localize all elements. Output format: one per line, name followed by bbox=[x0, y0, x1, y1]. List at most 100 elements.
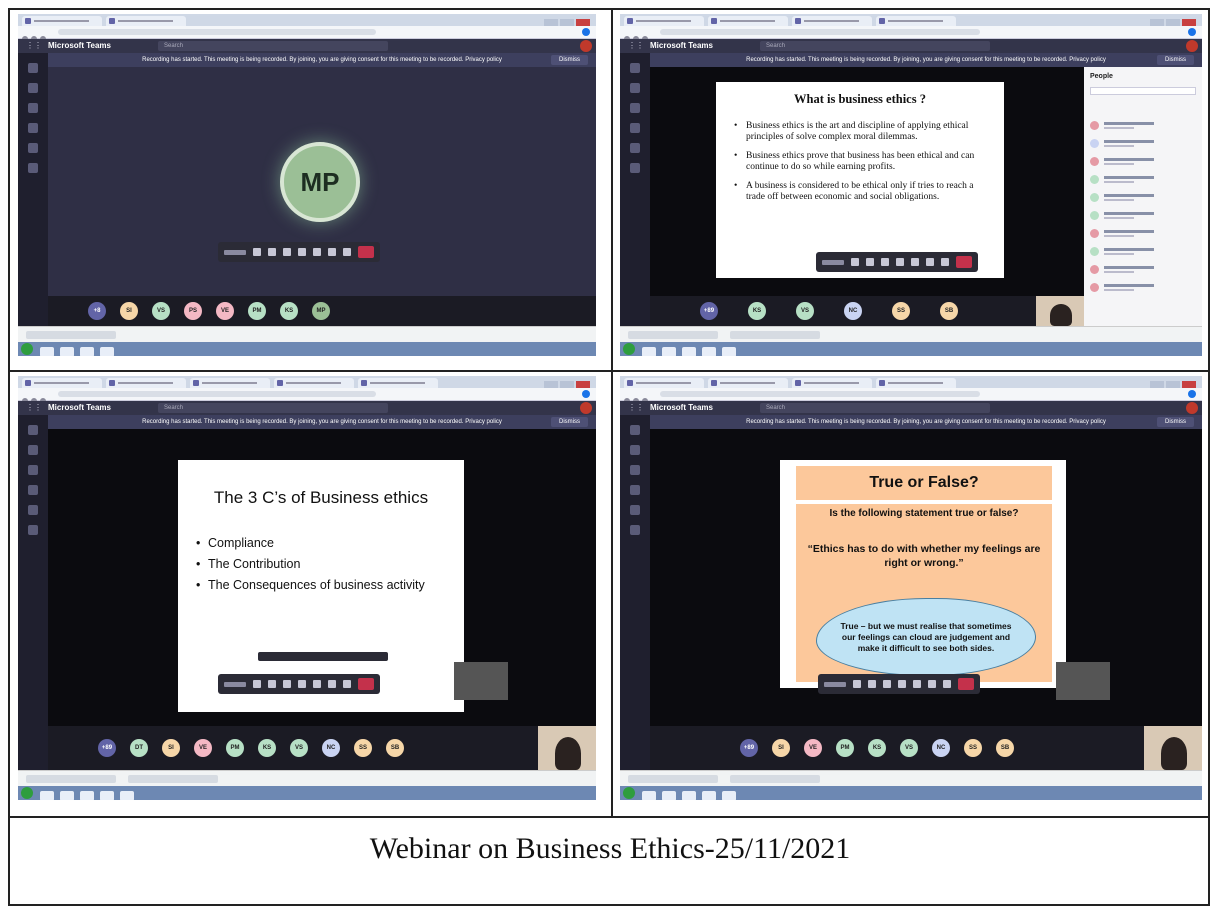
download-item[interactable] bbox=[730, 331, 820, 339]
browser-tab[interactable] bbox=[358, 378, 438, 388]
people-row[interactable] bbox=[1090, 155, 1196, 169]
participants-icon[interactable] bbox=[343, 248, 351, 256]
profile-icon[interactable] bbox=[582, 28, 590, 36]
nav-buttons[interactable] bbox=[22, 391, 52, 404]
participant-avatar[interactable]: PM bbox=[226, 739, 244, 757]
taskbar-app-icon[interactable] bbox=[682, 347, 696, 356]
avatar[interactable] bbox=[1186, 40, 1198, 52]
taskbar-app-icon[interactable] bbox=[80, 347, 94, 356]
start-button[interactable] bbox=[623, 343, 635, 355]
search-input[interactable]: Search bbox=[158, 403, 388, 413]
mic-icon[interactable] bbox=[866, 258, 874, 266]
download-item[interactable] bbox=[26, 331, 116, 339]
participant-avatar[interactable]: VE bbox=[804, 739, 822, 757]
profile-icon[interactable] bbox=[1188, 28, 1196, 36]
participant-avatar[interactable]: NC bbox=[844, 302, 862, 320]
people-row[interactable] bbox=[1090, 209, 1196, 223]
participant-avatar[interactable]: VS bbox=[152, 302, 170, 320]
participant-avatar[interactable]: SI bbox=[162, 739, 180, 757]
participant-avatar[interactable]: +8 bbox=[88, 302, 106, 320]
participant-avatar[interactable]: SS bbox=[892, 302, 910, 320]
people-row[interactable] bbox=[1090, 173, 1196, 187]
download-item[interactable] bbox=[628, 331, 718, 339]
share-icon[interactable] bbox=[881, 258, 889, 266]
taskbar-app-icon[interactable] bbox=[722, 791, 736, 800]
url-field[interactable] bbox=[58, 29, 376, 35]
app-launcher-icon[interactable]: ⋮⋮ bbox=[26, 404, 42, 412]
participant-avatar[interactable]: SB bbox=[386, 739, 404, 757]
download-item[interactable] bbox=[128, 775, 218, 783]
participant-avatar[interactable]: KS bbox=[868, 739, 886, 757]
address-bar[interactable] bbox=[620, 26, 1202, 42]
url-field[interactable] bbox=[58, 391, 376, 397]
participant-avatar[interactable]: SI bbox=[772, 739, 790, 757]
raise-hand-icon[interactable] bbox=[313, 680, 321, 688]
participant-avatar[interactable]: +89 bbox=[98, 739, 116, 757]
participant-avatar[interactable]: VS bbox=[900, 739, 918, 757]
avatar[interactable] bbox=[1186, 402, 1198, 414]
browser-tab[interactable] bbox=[106, 16, 186, 26]
raise-hand-icon[interactable] bbox=[911, 258, 919, 266]
participants-icon[interactable] bbox=[943, 680, 951, 688]
chat-icon[interactable] bbox=[328, 248, 336, 256]
browser-tab[interactable] bbox=[876, 378, 956, 388]
download-item[interactable] bbox=[628, 775, 718, 783]
camera-icon[interactable] bbox=[253, 248, 261, 256]
participant-avatar[interactable]: SS bbox=[354, 739, 372, 757]
browser-tab[interactable] bbox=[274, 378, 354, 388]
mic-icon[interactable] bbox=[268, 680, 276, 688]
taskbar-app-icon[interactable] bbox=[80, 791, 94, 800]
search-input[interactable]: Search bbox=[158, 41, 388, 51]
avatar[interactable] bbox=[580, 40, 592, 52]
hang-up-button[interactable] bbox=[358, 678, 374, 690]
participant-avatar[interactable]: PM bbox=[248, 302, 266, 320]
browser-tab[interactable] bbox=[624, 16, 704, 26]
camera-icon[interactable] bbox=[253, 680, 261, 688]
participant-avatar[interactable]: SI bbox=[120, 302, 138, 320]
taskbar-app-icon[interactable] bbox=[722, 347, 736, 356]
search-input[interactable]: Search bbox=[760, 403, 990, 413]
nav-buttons[interactable] bbox=[624, 29, 654, 42]
participant-avatar[interactable]: NC bbox=[322, 739, 340, 757]
taskbar-app-icon[interactable] bbox=[60, 791, 74, 800]
people-row[interactable] bbox=[1090, 119, 1196, 133]
participant-avatar[interactable]: VE bbox=[194, 739, 212, 757]
browser-tab[interactable] bbox=[876, 16, 956, 26]
chat-icon[interactable] bbox=[926, 258, 934, 266]
browser-tab[interactable] bbox=[106, 378, 186, 388]
more-icon[interactable] bbox=[298, 248, 306, 256]
participants-icon[interactable] bbox=[941, 258, 949, 266]
participant-avatar[interactable]: KS bbox=[258, 739, 276, 757]
taskbar-app-icon[interactable] bbox=[642, 791, 656, 800]
browser-tab[interactable] bbox=[708, 378, 788, 388]
participant-avatar[interactable]: VS bbox=[290, 739, 308, 757]
hang-up-button[interactable] bbox=[958, 678, 974, 690]
participant-avatar[interactable]: +89 bbox=[700, 302, 718, 320]
taskbar-app-icon[interactable] bbox=[702, 791, 716, 800]
more-icon[interactable] bbox=[896, 258, 904, 266]
people-row[interactable] bbox=[1090, 191, 1196, 205]
taskbar-app-icon[interactable] bbox=[702, 347, 716, 356]
dismiss-button[interactable]: Dismiss bbox=[1157, 55, 1194, 65]
profile-icon[interactable] bbox=[1188, 390, 1196, 398]
participant-avatar[interactable]: SB bbox=[996, 739, 1014, 757]
participants-icon[interactable] bbox=[343, 680, 351, 688]
address-bar[interactable] bbox=[18, 26, 596, 42]
browser-tab[interactable] bbox=[792, 16, 872, 26]
browser-tab[interactable] bbox=[792, 378, 872, 388]
download-item[interactable] bbox=[730, 775, 820, 783]
share-icon[interactable] bbox=[883, 680, 891, 688]
raise-hand-icon[interactable] bbox=[913, 680, 921, 688]
participant-avatar[interactable]: DT bbox=[130, 739, 148, 757]
taskbar-app-icon[interactable] bbox=[120, 791, 134, 800]
raise-hand-icon[interactable] bbox=[313, 248, 321, 256]
participant-avatar[interactable]: PS bbox=[184, 302, 202, 320]
app-launcher-icon[interactable]: ⋮⋮ bbox=[26, 42, 42, 50]
dismiss-button[interactable]: Dismiss bbox=[551, 55, 588, 65]
more-icon[interactable] bbox=[298, 680, 306, 688]
window-controls[interactable] bbox=[1148, 15, 1198, 28]
taskbar-app-icon[interactable] bbox=[662, 347, 676, 356]
hang-up-button[interactable] bbox=[358, 246, 374, 258]
dismiss-button[interactable]: Dismiss bbox=[551, 417, 588, 427]
taskbar-app-icon[interactable] bbox=[40, 791, 54, 800]
